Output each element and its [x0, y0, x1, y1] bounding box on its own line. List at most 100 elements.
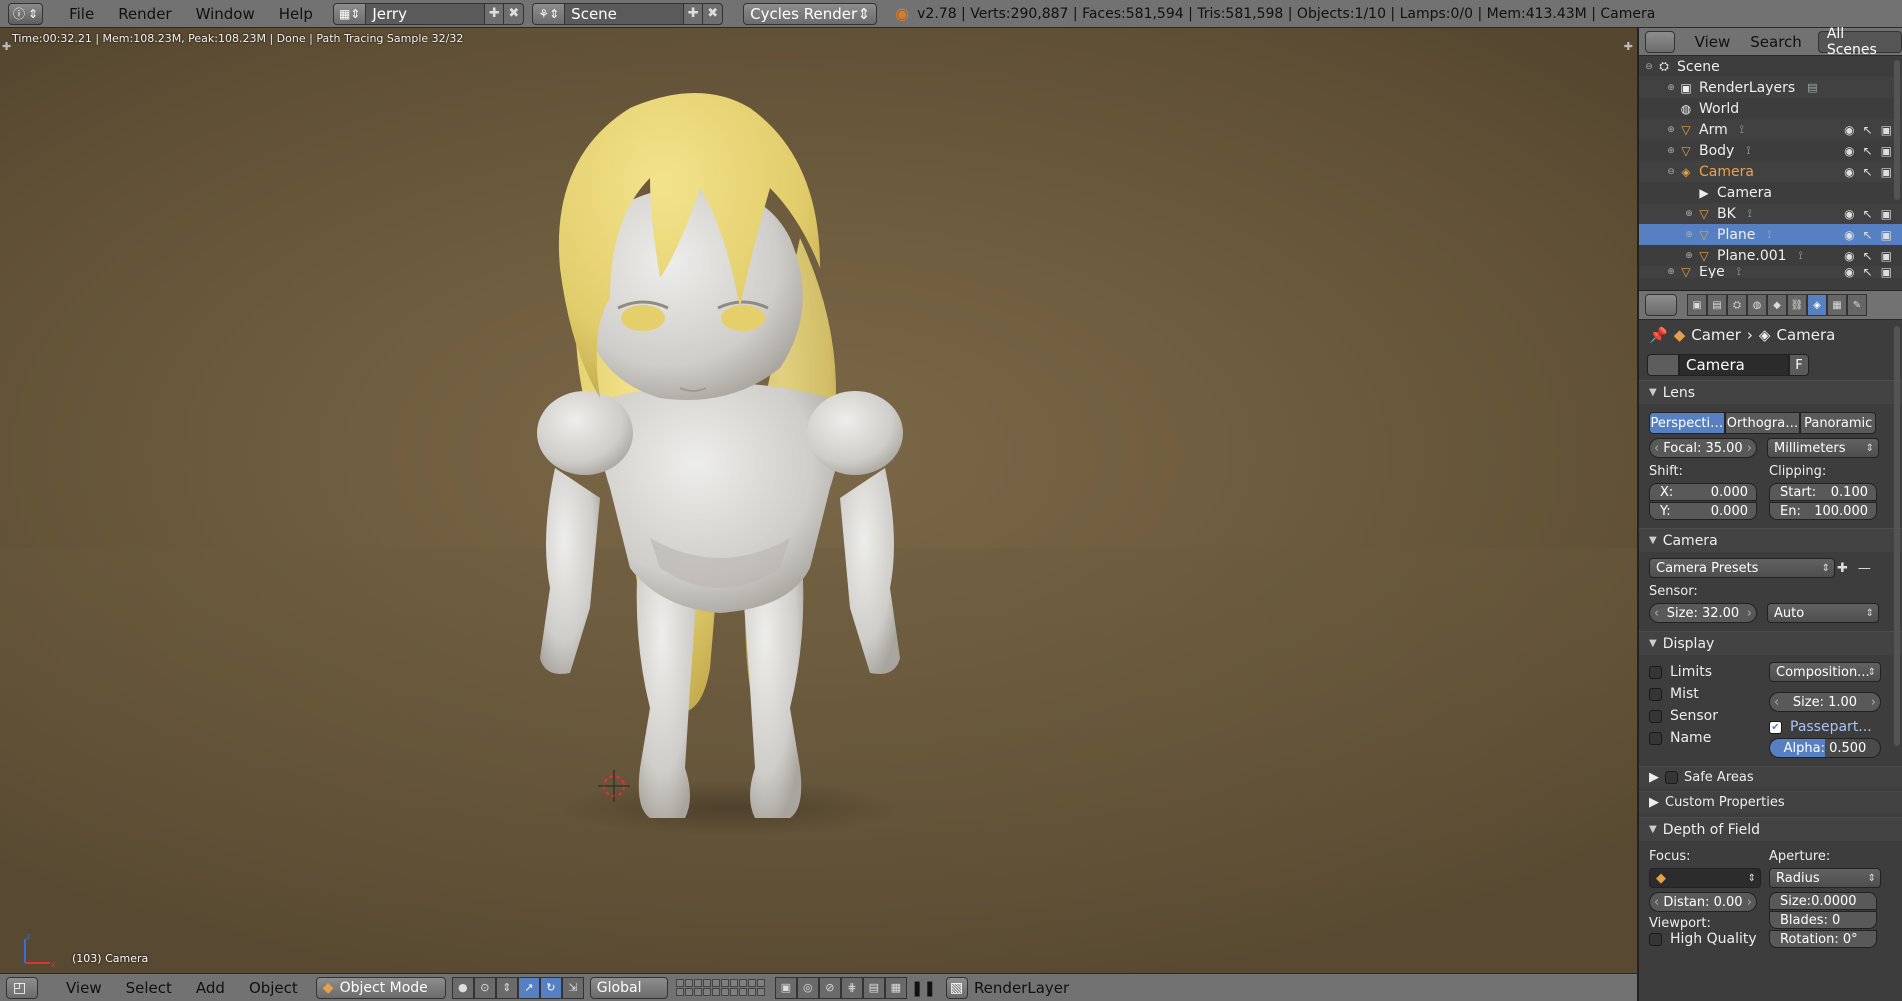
- area-split-corner-icon[interactable]: ✚: [2, 40, 11, 53]
- screen-layout-dropdown[interactable]: ▦⇕: [332, 2, 367, 25]
- manipulator-toggle-icon[interactable]: ⇕: [495, 976, 518, 999]
- texture-tab-icon[interactable]: ▦: [1827, 294, 1847, 316]
- area-split-corner-icon[interactable]: ✚: [1624, 40, 1633, 53]
- sensor-checkbox[interactable]: Sensor: [1649, 705, 1757, 727]
- 3d-viewport[interactable]: ✚ ✚ Time:00:32.21 | Mem:108.23M, Peak:10…: [0, 28, 1637, 973]
- composition-guides-dropdown[interactable]: Composition...: [1769, 662, 1881, 682]
- render-camera-icon[interactable]: ▣: [1881, 165, 1892, 179]
- eye-icon[interactable]: ◉: [1844, 266, 1854, 278]
- mist-checkbox[interactable]: Mist: [1649, 683, 1757, 705]
- mode-dropdown[interactable]: ◆ Object Mode: [315, 976, 446, 999]
- camera-panel-header[interactable]: ▼ Camera: [1639, 528, 1902, 552]
- focus-distance-field[interactable]: Distan: 0.00: [1649, 892, 1757, 912]
- proportional-edit-icon[interactable]: ◎: [796, 976, 819, 999]
- outliner-row-camera[interactable]: ⊖ ◈ Camera ◉ ↖ ▣: [1639, 161, 1902, 182]
- eye-icon[interactable]: ◉: [1844, 228, 1854, 242]
- render-camera-icon[interactable]: ▣: [1881, 144, 1892, 158]
- delete-screen-icon[interactable]: ✖: [504, 2, 525, 25]
- eye-icon[interactable]: ◉: [1844, 144, 1854, 158]
- focal-length-field[interactable]: Focal: 35.00: [1649, 438, 1757, 458]
- add-scene-icon[interactable]: ✚: [683, 2, 704, 25]
- info-editor-type-button[interactable]: ⓘ ⇕: [8, 2, 44, 25]
- menu-render[interactable]: Render: [106, 5, 183, 23]
- lens-panel-header[interactable]: ▼ Lens: [1639, 380, 1902, 404]
- outliner-row-bk[interactable]: ⊕ ▽ BK ⟟ ◉ ↖ ▣: [1639, 203, 1902, 224]
- lens-unit-dropdown[interactable]: Millimeters: [1767, 438, 1879, 458]
- datablock-browse-button[interactable]: [1647, 354, 1679, 376]
- render-tab-icon[interactable]: ▣: [1687, 294, 1707, 316]
- properties-editor-type-button[interactable]: [1645, 294, 1677, 316]
- aperture-rotation-field[interactable]: Rotation: 0°: [1769, 930, 1877, 948]
- outliner-row-plane001[interactable]: ⊕ ▽ Plane.001 ⟟ ◉ ↖ ▣: [1639, 245, 1902, 266]
- menu-window[interactable]: Window: [184, 5, 267, 23]
- snap-icon[interactable]: ⊘: [818, 976, 841, 999]
- pin-icon[interactable]: 📌: [1649, 326, 1668, 344]
- add-screen-icon[interactable]: ✚: [484, 2, 505, 25]
- menu-help[interactable]: Help: [267, 5, 325, 23]
- outliner-row-arm[interactable]: ⊕ ▽ Arm ⟟ ◉ ↖ ▣: [1639, 119, 1902, 140]
- render-camera-icon[interactable]: ▣: [1881, 249, 1892, 263]
- outliner-scrollbar[interactable]: [1894, 60, 1900, 200]
- display-size-field[interactable]: Size: 1.00: [1769, 692, 1881, 712]
- scene-dropdown[interactable]: ⚘⇕: [532, 2, 566, 25]
- lens-orthographic-button[interactable]: Orthogra…: [1724, 412, 1801, 434]
- sensor-fit-dropdown[interactable]: Auto: [1767, 603, 1879, 623]
- world-tab-icon[interactable]: ◍: [1747, 294, 1767, 316]
- name-checkbox[interactable]: Name: [1649, 727, 1757, 749]
- lens-panoramic-button[interactable]: Panoramic: [1800, 412, 1877, 434]
- lens-perspective-button[interactable]: Perspecti…: [1649, 412, 1725, 434]
- eye-icon[interactable]: ◉: [1844, 165, 1854, 179]
- high-quality-checkbox[interactable]: High Quality: [1649, 931, 1757, 947]
- aperture-size-field[interactable]: Size:0.0000: [1769, 892, 1877, 910]
- passepartout-alpha-slider[interactable]: Alpha: 0.500: [1769, 738, 1881, 758]
- sensor-size-field[interactable]: Size: 32.00: [1649, 603, 1757, 623]
- orientation-dropdown[interactable]: Global: [589, 976, 668, 999]
- renderlayer-icon[interactable]: ▧: [945, 976, 968, 999]
- object-tab-icon[interactable]: ◆: [1767, 294, 1787, 316]
- outliner-display-mode-dropdown[interactable]: All Scenes: [1817, 26, 1902, 58]
- datablock-name-field[interactable]: Camera: [1679, 354, 1789, 376]
- passepartout-checkbox[interactable]: ✔ Passepart...: [1769, 716, 1877, 738]
- editor-type-button[interactable]: ◰: [6, 976, 38, 999]
- menu-file[interactable]: File: [57, 5, 106, 23]
- safe-areas-panel-header[interactable]: ▶ Safe Areas: [1639, 766, 1902, 788]
- render-camera-icon[interactable]: ▣: [1881, 123, 1892, 137]
- cursor-select-icon[interactable]: ↖: [1863, 266, 1873, 278]
- physics-tab-icon[interactable]: ✎: [1847, 294, 1867, 316]
- eye-icon[interactable]: ◉: [1844, 123, 1854, 137]
- outliner-row-renderlayers[interactable]: ⊕ ▣ RenderLayers ▤: [1639, 77, 1902, 98]
- outliner-row-camera-data[interactable]: ▶ Camera: [1639, 182, 1902, 203]
- remove-preset-icon[interactable]: —: [1858, 561, 1871, 576]
- camera-presets-dropdown[interactable]: Camera Presets: [1649, 558, 1835, 578]
- outliner-row-scene[interactable]: ⊖ ⛭ Scene: [1639, 56, 1902, 77]
- outliner-menu-view[interactable]: View: [1685, 33, 1741, 51]
- constraints-tab-icon[interactable]: ⛓: [1787, 294, 1807, 316]
- snap-target-icon[interactable]: ⋕: [840, 976, 863, 999]
- viewport-shading-icon[interactable]: ●: [451, 976, 474, 999]
- add-preset-icon[interactable]: ✚: [1837, 561, 1848, 576]
- scene-name[interactable]: Scene: [565, 2, 684, 25]
- outliner-row-world[interactable]: ◍ World: [1639, 98, 1902, 119]
- cursor-select-icon[interactable]: ↖: [1863, 249, 1873, 263]
- fake-user-button[interactable]: F: [1789, 354, 1809, 376]
- outliner-menu-search[interactable]: Search: [1740, 33, 1812, 51]
- outliner-row-body[interactable]: ⊕ ▽ Body ⟟ ◉ ↖ ▣: [1639, 140, 1902, 161]
- translate-icon[interactable]: ↗: [517, 976, 540, 999]
- outliner-row-eye[interactable]: ⊕ ▽ Eye ⟟ ◉ ↖ ▣: [1639, 266, 1902, 278]
- custom-properties-panel-header[interactable]: ▶ Custom Properties: [1639, 791, 1902, 813]
- render-animation-icon[interactable]: ▦: [884, 976, 907, 999]
- outliner-row-plane[interactable]: ⊕ ▽ Plane ⟟ ◉ ↖ ▣: [1639, 224, 1902, 245]
- eye-icon[interactable]: ◉: [1844, 207, 1854, 221]
- render-camera-icon[interactable]: ▣: [1881, 266, 1892, 278]
- render-engine-dropdown[interactable]: Cycles Render ⇕: [743, 2, 878, 25]
- scene-tab-icon[interactable]: ⛭: [1727, 294, 1747, 316]
- limits-checkbox[interactable]: Limits: [1649, 661, 1757, 683]
- lock-layer-icon[interactable]: ▣: [774, 976, 797, 999]
- cursor-select-icon[interactable]: ↖: [1863, 207, 1873, 221]
- render-camera-icon[interactable]: ▣: [1881, 207, 1892, 221]
- rotate-icon[interactable]: ↻: [539, 976, 562, 999]
- pause-icon[interactable]: ❚❚: [907, 979, 940, 997]
- camera-data-tab-icon[interactable]: ◈: [1807, 294, 1827, 316]
- outliner-editor-type-button[interactable]: [1645, 30, 1675, 53]
- focus-object-field[interactable]: ◆: [1649, 868, 1761, 888]
